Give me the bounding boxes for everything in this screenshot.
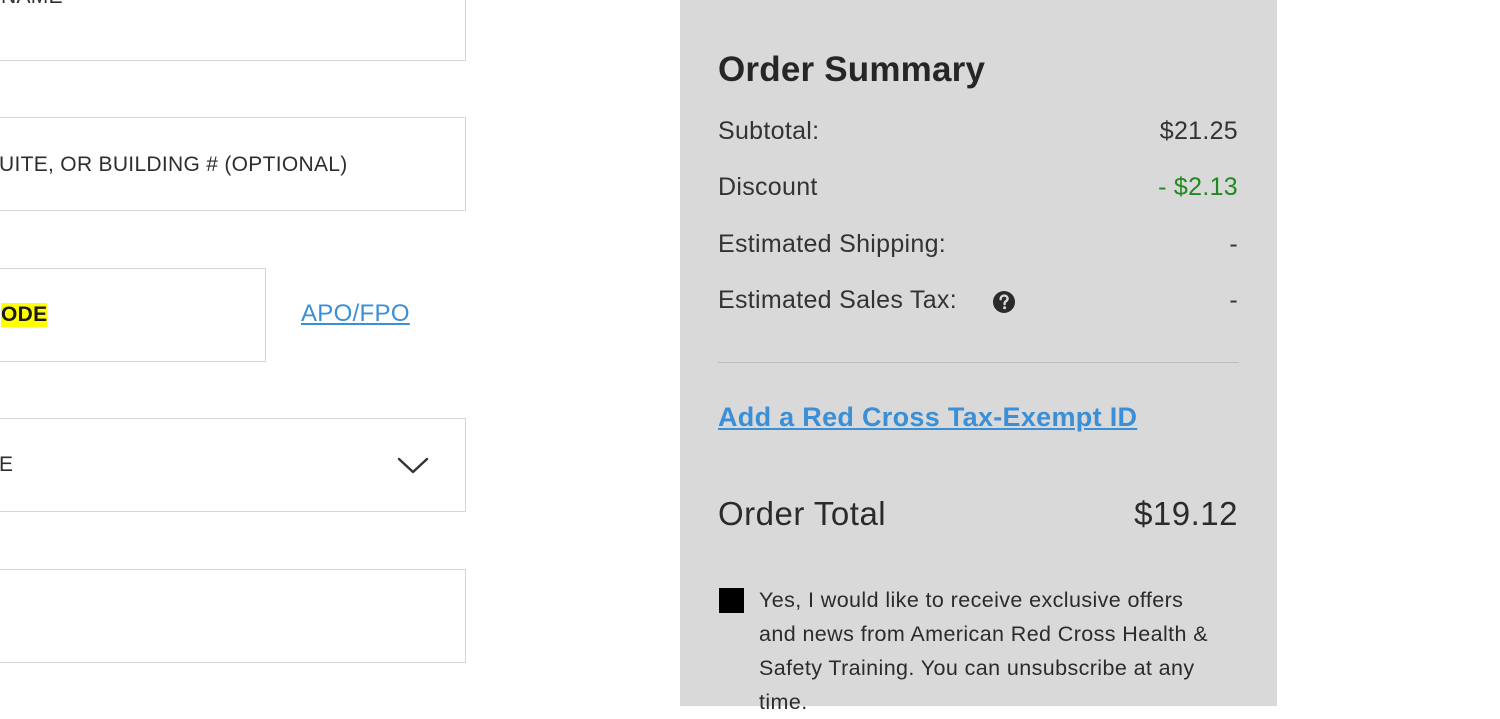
state-select-value: E <box>0 453 14 476</box>
summary-divider <box>718 362 1239 363</box>
state-select[interactable]: E <box>0 418 466 512</box>
phone-field[interactable] <box>0 569 466 663</box>
zip-code-placeholder: ODE <box>1 303 48 327</box>
order-summary-title: Order Summary <box>718 50 986 89</box>
order-summary-panel: Order Summary Subtotal: $21.25 Discount … <box>680 0 1277 714</box>
shipping-row: Estimated Shipping: - <box>718 230 1238 264</box>
order-total-label: Order Total <box>718 495 887 532</box>
order-total-row: Order Total $19.12 <box>718 495 1238 539</box>
marketing-optin-checkbox[interactable] <box>719 588 744 613</box>
name-field-placeholder: NAME <box>1 0 461 11</box>
apo-fpo-link[interactable]: APO/FPO <box>301 300 410 328</box>
subtotal-label: Subtotal: <box>718 117 820 145</box>
discount-value: - $2.13 <box>1158 173 1238 201</box>
zip-code-field[interactable]: ODE <box>0 268 266 362</box>
subtotal-row: Subtotal: $21.25 <box>718 117 1238 151</box>
order-total-value: $19.12 <box>1134 495 1238 532</box>
discount-label: Discount <box>718 173 818 201</box>
shipping-label: Estimated Shipping: <box>718 230 947 258</box>
sales-tax-value: - <box>1229 286 1238 314</box>
subtotal-value: $21.25 <box>1159 117 1238 145</box>
name-field[interactable]: NAME <box>0 0 466 61</box>
discount-row: Discount - $2.13 <box>718 173 1238 207</box>
address-line-2-placeholder: UITE, OR BUILDING # (OPTIONAL) <box>0 153 348 176</box>
sales-tax-label: Estimated Sales Tax: <box>718 286 957 314</box>
chevron-down-icon <box>397 457 429 474</box>
tax-exempt-id-link[interactable]: Add a Red Cross Tax-Exempt ID <box>718 402 1137 433</box>
sales-tax-row: Estimated Sales Tax: - <box>718 286 1238 320</box>
question-circle-icon[interactable] <box>992 290 1016 314</box>
marketing-optin-label: Yes, I would like to receive exclusive o… <box>759 588 1208 714</box>
address-line-2-field[interactable]: UITE, OR BUILDING # (OPTIONAL) <box>0 117 466 211</box>
shipping-value: - <box>1229 230 1238 258</box>
